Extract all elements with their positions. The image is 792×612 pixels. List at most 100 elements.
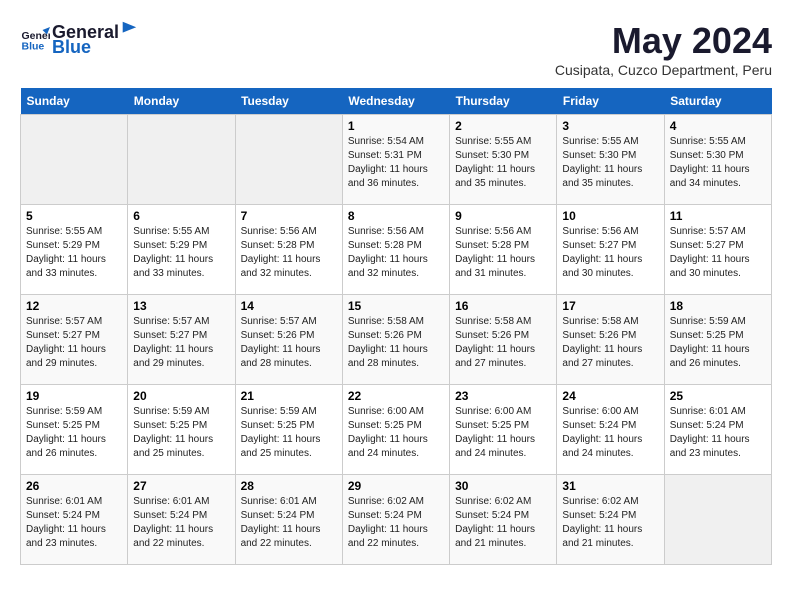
day-number: 7 xyxy=(241,209,337,223)
day-number: 31 xyxy=(562,479,658,493)
col-thursday: Thursday xyxy=(450,88,557,115)
page-header: General Blue General Blue May 2024 Cusip… xyxy=(20,20,772,78)
day-cell-4-0: 26 Sunrise: 6:01 AM Sunset: 5:24 PM Dayli… xyxy=(21,475,128,565)
day-cell-4-3: 29 Sunrise: 6:02 AM Sunset: 5:24 PM Dayli… xyxy=(342,475,449,565)
day-info: Sunrise: 5:56 AM Sunset: 5:28 PM Dayligh… xyxy=(241,225,337,281)
day-info: Sunrise: 6:02 AM Sunset: 5:24 PM Dayligh… xyxy=(562,495,658,551)
day-info: Sunrise: 5:56 AM Sunset: 5:27 PM Dayligh… xyxy=(562,225,658,281)
calendar-body: 1 Sunrise: 5:54 AM Sunset: 5:31 PM Daylig… xyxy=(21,115,772,565)
svg-text:Blue: Blue xyxy=(22,41,45,53)
day-number: 18 xyxy=(670,299,766,313)
day-number: 26 xyxy=(26,479,122,493)
day-number: 1 xyxy=(348,119,444,133)
day-info: Sunrise: 5:59 AM Sunset: 5:25 PM Dayligh… xyxy=(133,405,229,461)
day-info: Sunrise: 5:55 AM Sunset: 5:30 PM Dayligh… xyxy=(562,135,658,191)
day-cell-2-4: 16 Sunrise: 5:58 AM Sunset: 5:26 PM Dayli… xyxy=(450,295,557,385)
day-cell-4-4: 30 Sunrise: 6:02 AM Sunset: 5:24 PM Dayli… xyxy=(450,475,557,565)
day-number: 19 xyxy=(26,389,122,403)
day-cell-0-6: 4Sunrise: 5:55 AM Sunset: 5:30 PM Daylig… xyxy=(664,115,771,205)
day-cell-2-1: 13 Sunrise: 5:57 AM Sunset: 5:27 PM Dayli… xyxy=(128,295,235,385)
day-cell-2-3: 15Sunrise: 5:58 AM Sunset: 5:26 PM Dayli… xyxy=(342,295,449,385)
col-monday: Monday xyxy=(128,88,235,115)
day-info: Sunrise: 6:01 AM Sunset: 5:24 PM Dayligh… xyxy=(241,495,337,551)
week-row-3: 12 Sunrise: 5:57 AM Sunset: 5:27 PM Dayli… xyxy=(21,295,772,385)
day-cell-1-5: 10 Sunrise: 5:56 AM Sunset: 5:27 PM Dayli… xyxy=(557,205,664,295)
day-cell-4-6 xyxy=(664,475,771,565)
day-cell-1-4: 9 Sunrise: 5:56 AM Sunset: 5:28 PM Daylig… xyxy=(450,205,557,295)
day-number: 15 xyxy=(348,299,444,313)
day-info: Sunrise: 5:54 AM Sunset: 5:31 PM Dayligh… xyxy=(348,135,444,191)
day-cell-2-6: 18 Sunrise: 5:59 AM Sunset: 5:25 PM Dayli… xyxy=(664,295,771,385)
day-info: Sunrise: 6:02 AM Sunset: 5:24 PM Dayligh… xyxy=(348,495,444,551)
day-info: Sunrise: 6:01 AM Sunset: 5:24 PM Dayligh… xyxy=(26,495,122,551)
week-row-4: 19 Sunrise: 5:59 AM Sunset: 5:25 PM Dayli… xyxy=(21,385,772,475)
day-info: Sunrise: 6:00 AM Sunset: 5:25 PM Dayligh… xyxy=(348,405,444,461)
day-info: Sunrise: 5:58 AM Sunset: 5:26 PM Dayligh… xyxy=(455,315,551,371)
week-row-2: 5Sunrise: 5:55 AM Sunset: 5:29 PM Daylig… xyxy=(21,205,772,295)
day-cell-4-1: 27 Sunrise: 6:01 AM Sunset: 5:24 PM Dayli… xyxy=(128,475,235,565)
logo-icon: General Blue xyxy=(20,24,50,54)
day-number: 29 xyxy=(348,479,444,493)
day-number: 6 xyxy=(133,209,229,223)
day-info: Sunrise: 5:58 AM Sunset: 5:26 PM Dayligh… xyxy=(562,315,658,371)
day-cell-0-3: 1 Sunrise: 5:54 AM Sunset: 5:31 PM Daylig… xyxy=(342,115,449,205)
day-cell-3-3: 22 Sunrise: 6:00 AM Sunset: 5:25 PM Dayli… xyxy=(342,385,449,475)
day-cell-0-0 xyxy=(21,115,128,205)
day-number: 3 xyxy=(562,119,658,133)
day-number: 10 xyxy=(562,209,658,223)
day-info: Sunrise: 5:56 AM Sunset: 5:28 PM Dayligh… xyxy=(455,225,551,281)
day-cell-3-1: 20 Sunrise: 5:59 AM Sunset: 5:25 PM Dayli… xyxy=(128,385,235,475)
day-cell-0-4: 2 Sunrise: 5:55 AM Sunset: 5:30 PM Daylig… xyxy=(450,115,557,205)
logo: General Blue General Blue xyxy=(20,20,139,58)
day-number: 20 xyxy=(133,389,229,403)
col-friday: Friday xyxy=(557,88,664,115)
day-number: 12 xyxy=(26,299,122,313)
week-row-5: 26 Sunrise: 6:01 AM Sunset: 5:24 PM Dayli… xyxy=(21,475,772,565)
day-number: 9 xyxy=(455,209,551,223)
day-cell-1-2: 7 Sunrise: 5:56 AM Sunset: 5:28 PM Daylig… xyxy=(235,205,342,295)
day-info: Sunrise: 5:55 AM Sunset: 5:30 PM Dayligh… xyxy=(455,135,551,191)
day-cell-1-0: 5Sunrise: 5:55 AM Sunset: 5:29 PM Daylig… xyxy=(21,205,128,295)
day-number: 13 xyxy=(133,299,229,313)
calendar-header: Sunday Monday Tuesday Wednesday Thursday… xyxy=(21,88,772,115)
title-block: May 2024 Cusipata, Cuzco Department, Per… xyxy=(555,20,772,78)
day-number: 5 xyxy=(26,209,122,223)
day-cell-1-6: 11 Sunrise: 5:57 AM Sunset: 5:27 PM Dayli… xyxy=(664,205,771,295)
day-number: 22 xyxy=(348,389,444,403)
day-info: Sunrise: 5:56 AM Sunset: 5:28 PM Dayligh… xyxy=(348,225,444,281)
day-info: Sunrise: 5:59 AM Sunset: 5:25 PM Dayligh… xyxy=(670,315,766,371)
day-number: 16 xyxy=(455,299,551,313)
day-number: 30 xyxy=(455,479,551,493)
day-info: Sunrise: 5:55 AM Sunset: 5:30 PM Dayligh… xyxy=(670,135,766,191)
col-tuesday: Tuesday xyxy=(235,88,342,115)
day-number: 28 xyxy=(241,479,337,493)
day-info: Sunrise: 5:57 AM Sunset: 5:26 PM Dayligh… xyxy=(241,315,337,371)
day-cell-3-0: 19 Sunrise: 5:59 AM Sunset: 5:25 PM Dayli… xyxy=(21,385,128,475)
day-number: 27 xyxy=(133,479,229,493)
col-sunday: Sunday xyxy=(21,88,128,115)
day-number: 2 xyxy=(455,119,551,133)
day-number: 24 xyxy=(562,389,658,403)
day-info: Sunrise: 5:59 AM Sunset: 5:25 PM Dayligh… xyxy=(26,405,122,461)
day-number: 11 xyxy=(670,209,766,223)
day-info: Sunrise: 6:01 AM Sunset: 5:24 PM Dayligh… xyxy=(670,405,766,461)
day-info: Sunrise: 5:57 AM Sunset: 5:27 PM Dayligh… xyxy=(133,315,229,371)
header-row: Sunday Monday Tuesday Wednesday Thursday… xyxy=(21,88,772,115)
day-info: Sunrise: 6:01 AM Sunset: 5:24 PM Dayligh… xyxy=(133,495,229,551)
day-info: Sunrise: 5:59 AM Sunset: 5:25 PM Dayligh… xyxy=(241,405,337,461)
day-info: Sunrise: 6:02 AM Sunset: 5:24 PM Dayligh… xyxy=(455,495,551,551)
logo-flag-icon xyxy=(120,20,138,38)
col-saturday: Saturday xyxy=(664,88,771,115)
day-cell-4-2: 28 Sunrise: 6:01 AM Sunset: 5:24 PM Dayli… xyxy=(235,475,342,565)
day-info: Sunrise: 5:57 AM Sunset: 5:27 PM Dayligh… xyxy=(670,225,766,281)
day-cell-0-2 xyxy=(235,115,342,205)
day-info: Sunrise: 5:57 AM Sunset: 5:27 PM Dayligh… xyxy=(26,315,122,371)
day-cell-4-5: 31 Sunrise: 6:02 AM Sunset: 5:24 PM Dayli… xyxy=(557,475,664,565)
calendar-table: Sunday Monday Tuesday Wednesday Thursday… xyxy=(20,88,772,565)
day-number: 17 xyxy=(562,299,658,313)
day-cell-3-6: 25Sunrise: 6:01 AM Sunset: 5:24 PM Dayli… xyxy=(664,385,771,475)
day-cell-1-3: 8 Sunrise: 5:56 AM Sunset: 5:28 PM Daylig… xyxy=(342,205,449,295)
day-number: 8 xyxy=(348,209,444,223)
day-cell-2-5: 17 Sunrise: 5:58 AM Sunset: 5:26 PM Dayli… xyxy=(557,295,664,385)
day-number: 14 xyxy=(241,299,337,313)
